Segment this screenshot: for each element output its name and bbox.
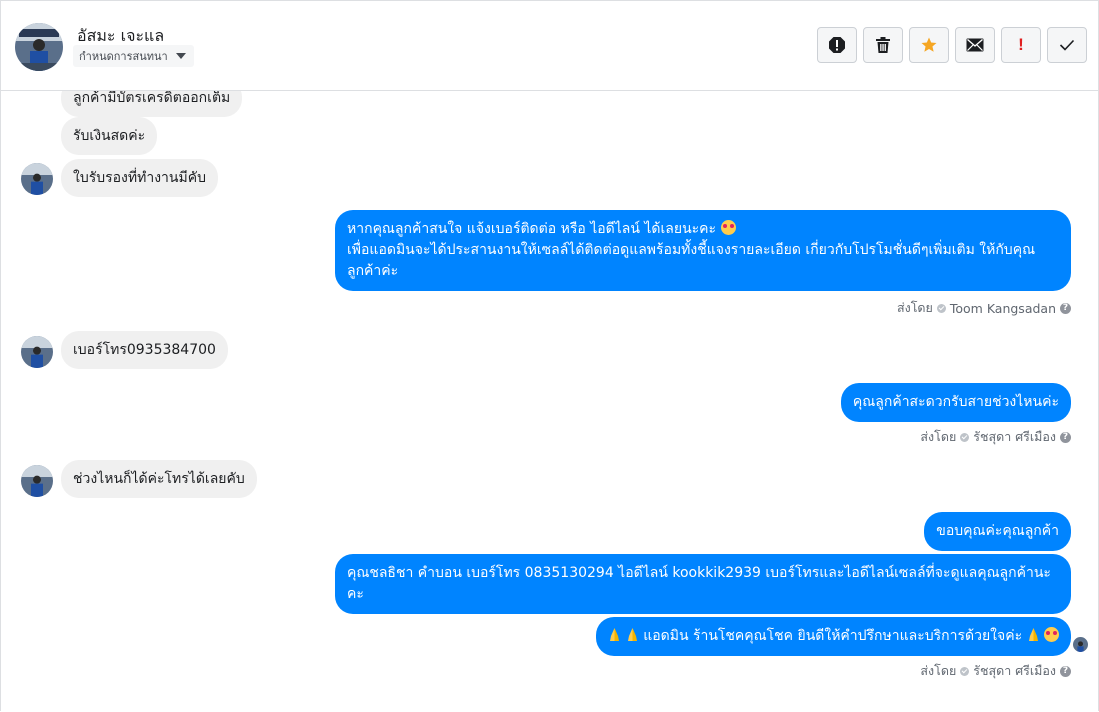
mark-important-button[interactable]: ! <box>1001 27 1041 63</box>
star-icon <box>921 37 937 52</box>
mail-icon <box>966 38 984 52</box>
sent-by-prefix: ส่งโดย <box>920 663 957 678</box>
contact-avatar[interactable] <box>15 23 63 71</box>
check-icon <box>960 666 970 676</box>
checkmark-icon <box>1059 39 1075 51</box>
sent-by-label: ส่งโดย รัชสุดา ศรีเมือง ? <box>920 427 1071 447</box>
incoming-message: ลูกค้ามีบัตรเครดิตออกเต็ม <box>61 91 243 117</box>
header-actions: ! <box>817 27 1087 63</box>
help-icon[interactable]: ? <box>1060 431 1071 443</box>
sent-by-label: ส่งโดย รัชสุดา ศรีเมือง ? <box>920 661 1071 681</box>
contact-avatar-small <box>21 336 53 368</box>
incoming-message: ใบรับรองที่ทำงานมีคับ <box>61 159 218 197</box>
sent-by-prefix: ส่งโดย <box>896 300 933 315</box>
help-icon[interactable]: ? <box>1060 665 1071 677</box>
outgoing-message: แอดมิน ร้านโชคคุณโชค ยินดีให้คำปรึกษาและ… <box>596 617 1071 656</box>
folded-hands-icon <box>627 628 637 641</box>
outgoing-message: ขอบคุณค่ะคุณลูกค้า <box>924 512 1071 551</box>
incoming-message: รับเงินสดค่ะ <box>61 117 158 155</box>
mark-unread-button[interactable] <box>955 27 995 63</box>
message-text: แอดมิน ร้านโชคคุณโชค ยินดีให้คำปรึกษาและ… <box>643 628 1023 644</box>
smiling-face-with-hearts-icon <box>720 220 736 235</box>
report-icon <box>829 37 845 53</box>
agent-name[interactable]: Toom Kangsadan <box>950 301 1056 316</box>
seen-avatar <box>1073 637 1088 652</box>
star-button[interactable] <box>909 27 949 63</box>
help-icon[interactable]: ? <box>1060 302 1071 314</box>
trash-icon <box>876 37 890 53</box>
incoming-message: ช่วงไหนก็ได้ค่ะโทรได้เลยคับ <box>61 460 257 498</box>
report-button[interactable] <box>817 27 857 63</box>
folded-hands-icon <box>610 628 620 641</box>
delete-button[interactable] <box>863 27 903 63</box>
sent-by-label: ส่งโดย Toom Kangsadan ? <box>897 298 1071 318</box>
message-list[interactable]: ลูกค้ามีบัตรเครดิตออกเต็ม รับเงินสดค่ะ ใ… <box>1 91 1098 712</box>
outgoing-message: คุณชลธิชา คำบอน เบอร์โทร 0835130294 ไอดี… <box>335 554 1071 614</box>
agent-name[interactable]: รัชสุดา ศรีเมือง <box>973 427 1056 447</box>
mark-done-button[interactable] <box>1047 27 1087 63</box>
contact-avatar-small <box>21 465 53 497</box>
assign-conversation-dropdown[interactable]: กำหนดการสนทนา <box>73 45 194 67</box>
contact-avatar-small <box>21 163 53 195</box>
outgoing-message: หากคุณลูกค้าสนใจ แจ้งเบอร์ติดต่อ หรือ ไอ… <box>335 210 1071 291</box>
important-icon: ! <box>1018 35 1024 54</box>
sent-by-prefix: ส่งโดย <box>920 429 957 444</box>
check-icon <box>960 432 970 442</box>
assign-label: กำหนดการสนทนา <box>79 50 168 63</box>
message-line: หากคุณลูกค้าสนใจ แจ้งเบอร์ติดต่อ หรือ ไอ… <box>347 221 717 237</box>
caret-down-icon <box>175 53 186 59</box>
folded-hands-icon <box>1028 628 1038 641</box>
message-line: เพื่อแอดมินจะได้ประสานงานให้เซลล์ได้ติดต… <box>347 242 1036 279</box>
conversation-header: อัสมะ เจะแล กำหนดการสนทนา ! <box>1 1 1098 91</box>
smiling-face-with-hearts-icon <box>1044 627 1059 642</box>
check-icon <box>936 303 946 313</box>
agent-name[interactable]: รัชสุดา ศรีเมือง <box>973 661 1056 681</box>
outgoing-message: คุณลูกค้าสะดวกรับสายช่วงไหนค่ะ <box>840 383 1071 422</box>
incoming-message: เบอร์โทร0935384700 <box>61 331 228 369</box>
